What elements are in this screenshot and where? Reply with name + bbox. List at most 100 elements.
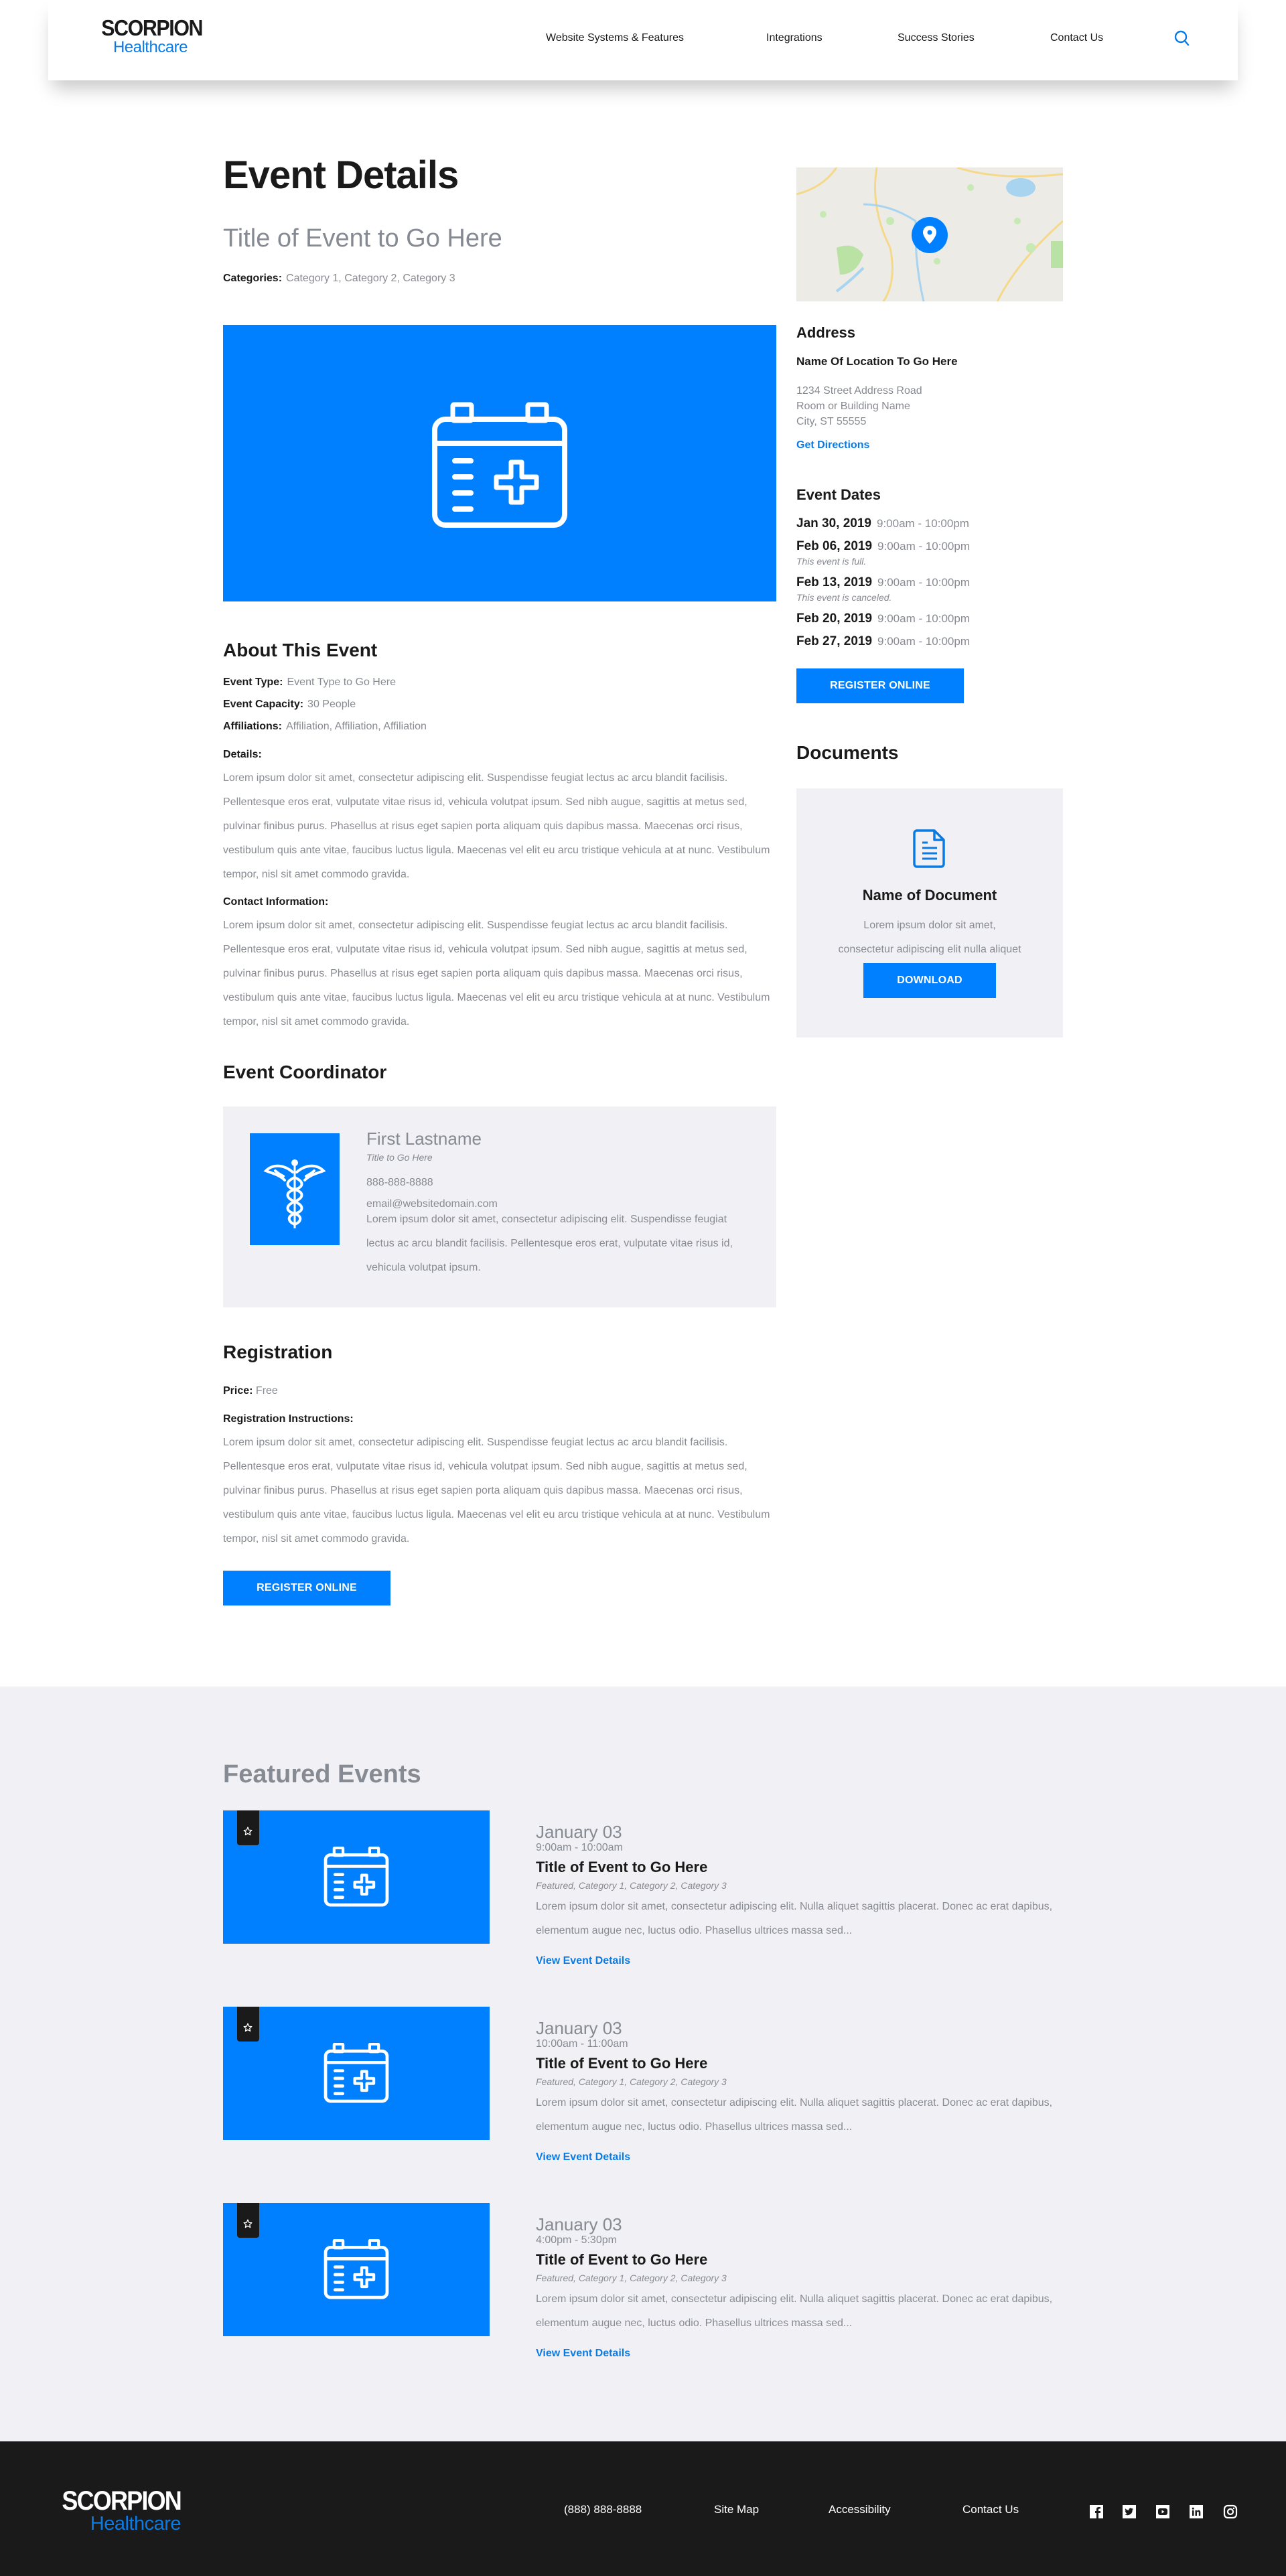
medical-calendar-icon <box>324 1847 389 1907</box>
footer-logo[interactable]: SCORPION Healthcare <box>39 2486 182 2534</box>
nav-success-stories[interactable]: Success Stories <box>898 32 975 44</box>
registration-instructions-text: Lorem ipsum dolor sit amet, consectetur … <box>223 1437 770 1545</box>
document-icon <box>913 829 945 868</box>
event-dates-heading: Event Dates <box>796 486 881 503</box>
medical-calendar-icon <box>432 402 567 528</box>
address-line-1: 1234 Street Address Road <box>796 385 922 397</box>
event-capacity: Event Capacity: 30 People <box>223 699 356 711</box>
featured-badge <box>237 2203 259 2238</box>
twitter-icon[interactable] <box>1122 2504 1137 2519</box>
featured-event-description: Lorem ipsum dolor sit amet, consectetur … <box>536 2293 1053 2329</box>
featured-event-image[interactable] <box>223 1810 490 1944</box>
instagram-icon[interactable] <box>1223 2504 1238 2519</box>
download-button[interactable]: DOWNLOAD <box>863 963 996 998</box>
location-map[interactable] <box>796 167 1063 301</box>
about-heading: About This Event <box>223 640 378 660</box>
address-heading: Address <box>796 324 856 341</box>
featured-event-time: 9:00am - 10:00am <box>536 1842 623 1853</box>
featured-star-icon <box>243 1827 253 1836</box>
document-description: Lorem ipsum dolor sit amet, consectetur … <box>796 914 1063 962</box>
capacity-label: Event Capacity: <box>223 699 304 710</box>
price-value: Free <box>255 1385 278 1397</box>
event-time: 9:00am - 10:00pm <box>877 540 970 553</box>
featured-badge <box>237 2007 259 2042</box>
site-footer: SCORPION Healthcare (888) 888-8888 Site … <box>0 2441 1286 2576</box>
event-date: Feb 06, 2019 <box>796 539 873 553</box>
register-online-button-main[interactable]: REGISTER ONLINE <box>223 1571 390 1605</box>
view-event-details-link[interactable]: View Event Details <box>536 2348 630 2360</box>
event-date-row: Jan 30, 2019 9:00am - 10:00pm <box>796 516 969 531</box>
get-directions-link[interactable]: Get Directions <box>796 439 869 451</box>
featured-event-title[interactable]: Title of Event to Go Here <box>536 2251 707 2269</box>
footer-logo-wordmark: SCORPION <box>62 2486 182 2516</box>
linkedin-icon[interactable] <box>1189 2504 1204 2519</box>
featured-event-categories: Featured, Category 1, Category 2, Catego… <box>536 2273 727 2283</box>
logo-subtitle: Healthcare <box>113 38 188 56</box>
featured-event-date: January 03 <box>536 2214 622 2234</box>
document-desc-line-1: Lorem ipsum dolor sit amet, <box>863 920 996 931</box>
featured-event-image[interactable] <box>223 2203 490 2336</box>
footer-contact-us[interactable]: Contact Us <box>962 2503 1019 2516</box>
featured-event-description: Lorem ipsum dolor sit amet, consectetur … <box>536 1901 1053 1936</box>
footer-site-map[interactable]: Site Map <box>714 2503 759 2516</box>
details-label: Details: <box>223 749 262 760</box>
price-label: Price: <box>223 1385 253 1397</box>
featured-star-icon <box>243 2219 253 2228</box>
page-title: Event Details <box>223 153 459 197</box>
event-affiliations: Affiliations: Affiliation, Affiliation, A… <box>223 721 427 733</box>
nav-contact-us[interactable]: Contact Us <box>1050 32 1103 44</box>
medical-calendar-icon <box>324 2043 389 2103</box>
details-text: Lorem ipsum dolor sit amet, consectetur … <box>223 772 770 880</box>
event-date-row: Feb 06, 2019 9:00am - 10:00pm <box>796 539 970 554</box>
event-date: Jan 30, 2019 <box>796 516 871 530</box>
event-type-label: Event Type: <box>223 676 283 688</box>
document-name: Name of Document <box>862 887 997 904</box>
view-event-details-link[interactable]: View Event Details <box>536 2151 630 2163</box>
document-card: Name of Document Lorem ipsum dolor sit a… <box>796 788 1063 1037</box>
event-time: 9:00am - 10:00pm <box>877 635 970 648</box>
featured-event-time: 4:00pm - 5:30pm <box>536 2234 617 2246</box>
contact-info-text: Lorem ipsum dolor sit amet, consectetur … <box>223 920 770 1027</box>
registration-instructions-label: Registration Instructions: <box>223 1413 354 1425</box>
event-time: 9:00am - 10:00pm <box>877 612 970 625</box>
search-icon[interactable] <box>1173 29 1191 47</box>
featured-event-title[interactable]: Title of Event to Go Here <box>536 1859 707 1876</box>
capacity-value: 30 People <box>307 699 356 710</box>
event-hero-image <box>223 325 776 601</box>
event-date-row: Feb 20, 2019 9:00am - 10:00pm <box>796 612 970 626</box>
event-date: Feb 27, 2019 <box>796 634 873 648</box>
featured-event-description: Lorem ipsum dolor sit amet, consectetur … <box>536 2097 1053 2133</box>
event-time: 9:00am - 10:00pm <box>876 517 969 530</box>
featured-event-categories: Featured, Category 1, Category 2, Catego… <box>536 1880 727 1891</box>
footer-phone[interactable]: (888) 888-8888 <box>564 2503 642 2516</box>
event-type: Event Type: Event Type to Go Here <box>223 676 396 689</box>
featured-event-categories: Featured, Category 1, Category 2, Catego… <box>536 2076 727 2087</box>
featured-event-title[interactable]: Title of Event to Go Here <box>536 2055 707 2072</box>
header-logo[interactable]: SCORPION Healthcare <box>94 15 203 56</box>
caduceus-icon <box>263 1159 326 1228</box>
categories-value: Category 1, Category 2, Category 3 <box>286 273 455 284</box>
youtube-icon[interactable] <box>1155 2504 1170 2519</box>
documents-heading: Documents <box>796 742 899 763</box>
view-event-details-link[interactable]: View Event Details <box>536 1955 630 1967</box>
featured-events-heading: Featured Events <box>223 1760 421 1788</box>
logo-wordmark: SCORPION <box>101 15 203 40</box>
event-time: 9:00am - 10:00pm <box>877 576 970 589</box>
map-pin-icon[interactable] <box>912 217 948 253</box>
event-type-value: Event Type to Go Here <box>287 676 396 688</box>
price: Price: Free <box>223 1385 278 1397</box>
facebook-icon[interactable] <box>1089 2504 1104 2519</box>
coordinator-name: First Lastname <box>366 1129 482 1149</box>
register-online-button-sidebar[interactable]: REGISTER ONLINE <box>796 668 964 703</box>
event-date: Feb 20, 2019 <box>796 612 873 626</box>
event-date-row: Feb 13, 2019 9:00am - 10:00pm <box>796 575 970 590</box>
coordinator-phone[interactable]: 888-888-8888 <box>366 1177 433 1189</box>
nav-integrations[interactable]: Integrations <box>766 32 823 44</box>
affiliations-label: Affiliations: <box>223 721 282 732</box>
coordinator-title: Title to Go Here <box>366 1152 433 1163</box>
nav-website-systems[interactable]: Website Systems & Features <box>546 32 684 44</box>
featured-event-image[interactable] <box>223 2007 490 2140</box>
footer-accessibility[interactable]: Accessibility <box>829 2503 891 2516</box>
site-header: SCORPION Healthcare Website Systems & Fe… <box>48 0 1238 80</box>
event-date: Feb 13, 2019 <box>796 575 873 589</box>
